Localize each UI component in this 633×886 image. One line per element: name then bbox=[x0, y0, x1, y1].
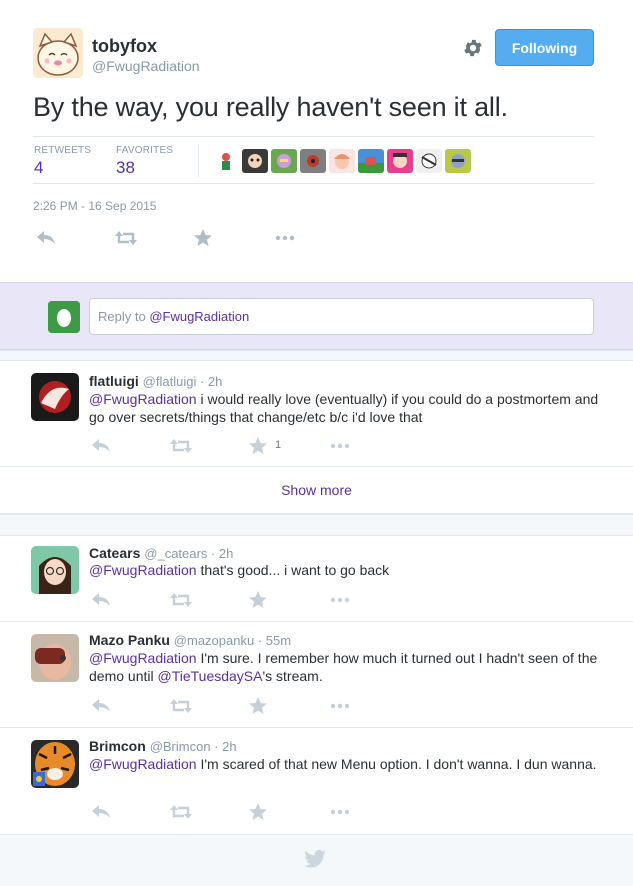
reply-composer: Reply to @FwugRadiation bbox=[0, 282, 633, 350]
reply-icon[interactable] bbox=[90, 590, 112, 610]
mention-link[interactable]: @FwugRadiation bbox=[89, 756, 197, 772]
reply-author[interactable]: flatluigi @flatluigi · 2h bbox=[89, 373, 222, 389]
retweets-stat[interactable]: RETWEETS 4 bbox=[34, 145, 91, 178]
favoriter-avatar[interactable] bbox=[329, 149, 355, 173]
reply-avatar[interactable] bbox=[31, 740, 79, 788]
favoriter-avatar[interactable] bbox=[416, 149, 442, 173]
reply-actions bbox=[89, 590, 389, 610]
favoriter-avatar[interactable] bbox=[358, 149, 384, 173]
favoriter-avatar[interactable] bbox=[387, 149, 413, 173]
reply-author-name[interactable]: Mazo Panku bbox=[89, 632, 170, 648]
reply-avatar[interactable] bbox=[31, 546, 79, 594]
more-icon[interactable] bbox=[274, 228, 296, 248]
reply-meta[interactable]: @flatluigi · 2h bbox=[143, 374, 223, 389]
reply-placeholder: Reply to bbox=[98, 309, 150, 324]
favoriter-avatar[interactable] bbox=[213, 149, 239, 173]
following-button[interactable]: Following bbox=[495, 29, 594, 66]
retweets-count[interactable]: 4 bbox=[34, 158, 91, 178]
tweet-actions bbox=[33, 228, 333, 250]
favoriters-avatars bbox=[213, 149, 471, 173]
reply-author[interactable]: Catears @_catears · 2h bbox=[89, 545, 233, 561]
section-divider bbox=[0, 514, 633, 536]
reply-author[interactable]: Mazo Panku @mazopanku · 55m bbox=[89, 632, 291, 648]
author-name[interactable]: tobyfox bbox=[92, 36, 157, 57]
reply-actions bbox=[89, 802, 389, 822]
author-handle[interactable]: @FwugRadiation bbox=[92, 58, 200, 74]
favorite-icon[interactable] bbox=[192, 228, 214, 248]
reply-tweet[interactable]: Mazo Panku @mazopanku · 55m @FwugRadiati… bbox=[0, 622, 633, 728]
retweet-icon[interactable] bbox=[170, 802, 192, 822]
favoriter-avatar[interactable] bbox=[300, 149, 326, 173]
favorite-icon[interactable] bbox=[247, 436, 269, 456]
mention-link[interactable]: @FwugRadiation bbox=[89, 650, 197, 666]
retweet-icon[interactable] bbox=[170, 436, 192, 456]
retweet-icon[interactable] bbox=[170, 590, 192, 610]
reply-meta[interactable]: @mazopanku · 55m bbox=[174, 633, 291, 648]
reply-body: I'm scared of that new Menu option. I do… bbox=[196, 756, 597, 772]
more-icon[interactable] bbox=[329, 436, 351, 456]
tweet-text: By the way, you really haven't seen it a… bbox=[33, 92, 508, 122]
user-avatar bbox=[48, 301, 80, 333]
stats-divider bbox=[198, 144, 199, 177]
section-divider bbox=[0, 350, 633, 361]
retweets-label: RETWEETS bbox=[34, 145, 92, 156]
reply-actions: 1 bbox=[89, 436, 389, 456]
mention-link[interactable]: @FwugRadiation bbox=[89, 562, 197, 578]
footer bbox=[0, 835, 633, 886]
main-tweet: tobyfox @FwugRadiation Following By the … bbox=[0, 0, 633, 282]
favorite-icon[interactable] bbox=[247, 696, 269, 716]
mention-link[interactable]: @TieTuesdaySA bbox=[157, 668, 262, 684]
reply-author[interactable]: Brimcon @Brimcon · 2h bbox=[89, 738, 237, 754]
more-icon[interactable] bbox=[329, 802, 351, 822]
reply-avatar[interactable] bbox=[31, 634, 79, 682]
favorite-icon[interactable] bbox=[247, 802, 269, 822]
reply-text: @FwugRadiation I'm scared of that new Me… bbox=[89, 755, 599, 773]
author-avatar[interactable] bbox=[33, 28, 83, 78]
tweet-timestamp[interactable]: 2:26 PM - 16 Sep 2015 bbox=[33, 199, 156, 213]
reply-icon[interactable] bbox=[35, 228, 57, 248]
retweet-icon[interactable] bbox=[170, 696, 192, 716]
reply-body: 's stream. bbox=[262, 668, 323, 684]
reply-text: @FwugRadiation I'm sure. I remember how … bbox=[89, 649, 599, 685]
reply-tweet[interactable]: flatluigi @flatluigi · 2h @FwugRadiation… bbox=[0, 361, 633, 467]
favorites-label: FAVORITES bbox=[116, 145, 174, 156]
show-more-link[interactable]: Show more bbox=[0, 467, 633, 514]
more-icon[interactable] bbox=[329, 696, 351, 716]
favorites-count[interactable]: 38 bbox=[116, 158, 173, 178]
more-icon[interactable] bbox=[329, 590, 351, 610]
reply-author-name[interactable]: Brimcon bbox=[89, 738, 146, 754]
favoriter-avatar[interactable] bbox=[242, 149, 268, 173]
twitter-bird-icon[interactable] bbox=[304, 850, 326, 868]
show-more-label[interactable]: Show more bbox=[281, 482, 352, 498]
favorite-count: 1 bbox=[275, 439, 282, 451]
mention-link[interactable]: @FwugRadiation bbox=[89, 391, 197, 407]
tweet-stats: RETWEETS 4 FAVORITES 38 bbox=[33, 136, 594, 184]
reply-body: that's good... i want to go back bbox=[196, 562, 390, 578]
favoriter-avatar[interactable] bbox=[271, 149, 297, 173]
favorites-stat[interactable]: FAVORITES 38 bbox=[116, 145, 173, 178]
favoriter-avatar[interactable] bbox=[445, 149, 471, 173]
favorite-icon[interactable] bbox=[247, 590, 269, 610]
reply-tweet[interactable]: Brimcon @Brimcon · 2h @FwugRadiation I'm… bbox=[0, 728, 633, 835]
reply-meta[interactable]: @Brimcon · 2h bbox=[150, 739, 237, 754]
reply-tweet[interactable]: Catears @_catears · 2h @FwugRadiation th… bbox=[0, 536, 633, 622]
gear-icon[interactable] bbox=[462, 37, 484, 59]
reply-icon[interactable] bbox=[90, 436, 112, 456]
reply-actions bbox=[89, 696, 389, 716]
reply-input[interactable]: Reply to @FwugRadiation bbox=[89, 298, 594, 335]
reply-author-name[interactable]: flatluigi bbox=[89, 373, 139, 389]
reply-icon[interactable] bbox=[90, 696, 112, 716]
retweet-icon[interactable] bbox=[115, 228, 137, 248]
reply-text: @FwugRadiation that's good... i want to … bbox=[89, 561, 599, 579]
reply-author-name[interactable]: Catears bbox=[89, 545, 140, 561]
reply-icon[interactable] bbox=[90, 802, 112, 822]
reply-placeholder-mention: @FwugRadiation bbox=[149, 309, 250, 324]
reply-text: @FwugRadiation i would really love (even… bbox=[89, 390, 599, 426]
reply-meta[interactable]: @_catears · 2h bbox=[144, 546, 233, 561]
reply-avatar[interactable] bbox=[31, 373, 79, 421]
